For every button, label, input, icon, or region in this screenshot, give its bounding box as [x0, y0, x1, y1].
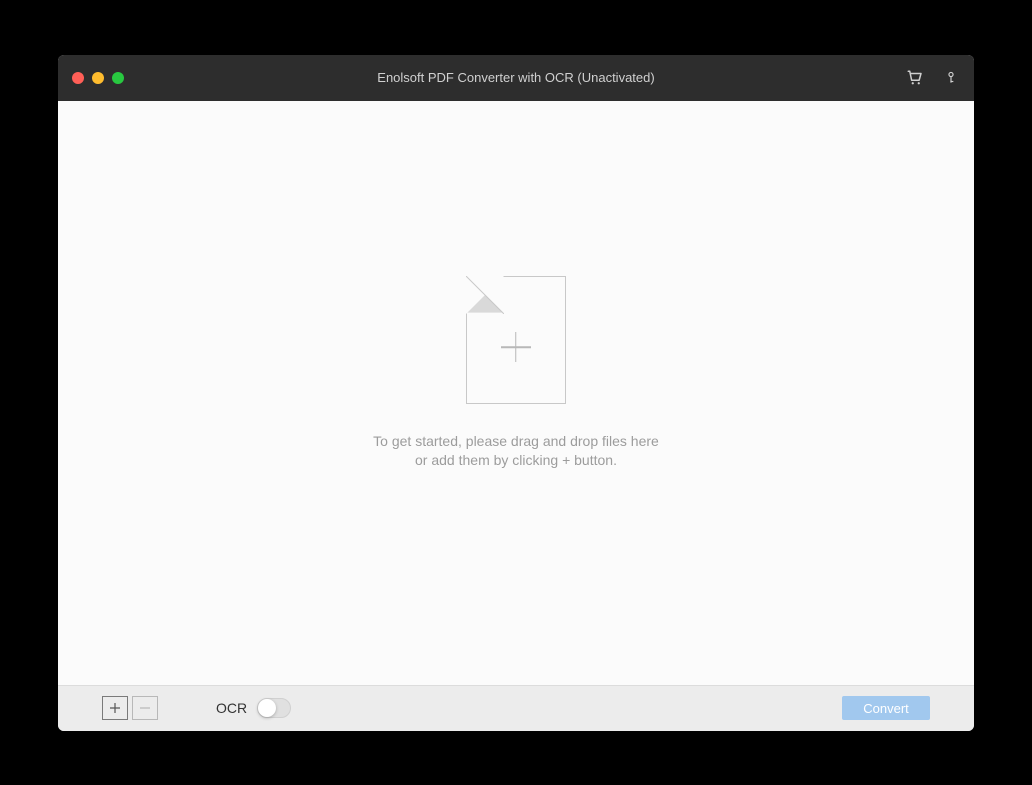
footer-toolbar: OCR Convert — [58, 685, 974, 731]
add-file-button[interactable] — [102, 696, 128, 720]
remove-file-button[interactable] — [132, 696, 158, 720]
file-add-icon — [466, 276, 566, 404]
titlebar-actions — [906, 69, 960, 87]
window-title: Enolsoft PDF Converter with OCR (Unactiv… — [58, 70, 974, 85]
close-window-button[interactable] — [72, 72, 84, 84]
content-area: To get started, please drag and drop fil… — [58, 101, 974, 685]
app-window: Enolsoft PDF Converter with OCR (Unactiv… — [58, 55, 974, 731]
minimize-window-button[interactable] — [92, 72, 104, 84]
ocr-label: OCR — [216, 700, 247, 716]
convert-button[interactable]: Convert — [842, 696, 930, 720]
drop-text-line-2: or add them by clicking + button. — [373, 451, 659, 470]
titlebar: Enolsoft PDF Converter with OCR (Unactiv… — [58, 55, 974, 101]
drop-text-line-1: To get started, please drag and drop fil… — [373, 432, 659, 451]
ocr-toggle-thumb — [258, 699, 276, 717]
drop-instructions: To get started, please drag and drop fil… — [373, 432, 659, 470]
cart-icon[interactable] — [906, 69, 924, 87]
drop-zone[interactable]: To get started, please drag and drop fil… — [373, 276, 659, 470]
window-controls — [72, 72, 124, 84]
file-list-controls — [102, 696, 158, 720]
ocr-toggle[interactable] — [257, 698, 291, 718]
key-icon[interactable] — [942, 69, 960, 87]
ocr-section: OCR — [216, 698, 291, 718]
maximize-window-button[interactable] — [112, 72, 124, 84]
